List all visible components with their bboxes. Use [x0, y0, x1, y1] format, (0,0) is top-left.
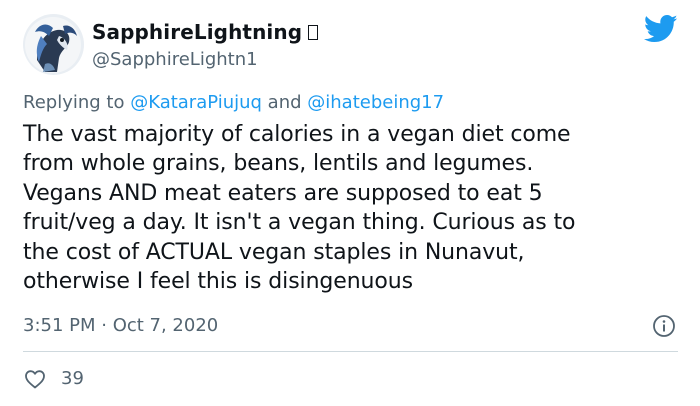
info-icon[interactable]: [652, 314, 676, 338]
divider: [23, 351, 678, 352]
tweet-card: SapphireLightning @SapphireLightn1 Reply…: [0, 0, 700, 406]
twitter-bird-icon[interactable]: [644, 14, 678, 44]
replying-conjunction: and: [261, 92, 308, 113]
display-name[interactable]: SapphireLightning: [92, 19, 319, 45]
tweet-text: The vast majority of calories in a vegan…: [23, 122, 576, 295]
heart-icon[interactable]: [23, 367, 47, 391]
mention-link[interactable]: @KataraPiujuq: [130, 92, 262, 113]
like-count: 39: [61, 368, 84, 389]
replying-to: Replying to @KataraPiujuq and @ihatebein…: [23, 91, 444, 115]
mention-link[interactable]: @ihatebeing17: [307, 92, 444, 113]
timestamp[interactable]: 3:51 PM · Oct 7, 2020: [23, 313, 218, 339]
replying-to-label: Replying to: [23, 92, 131, 113]
badge-icon: [308, 25, 319, 40]
avatar[interactable]: [23, 14, 84, 75]
display-name-text: SapphireLightning: [92, 20, 303, 44]
user-handle[interactable]: @SapphireLightn1: [92, 48, 258, 72]
